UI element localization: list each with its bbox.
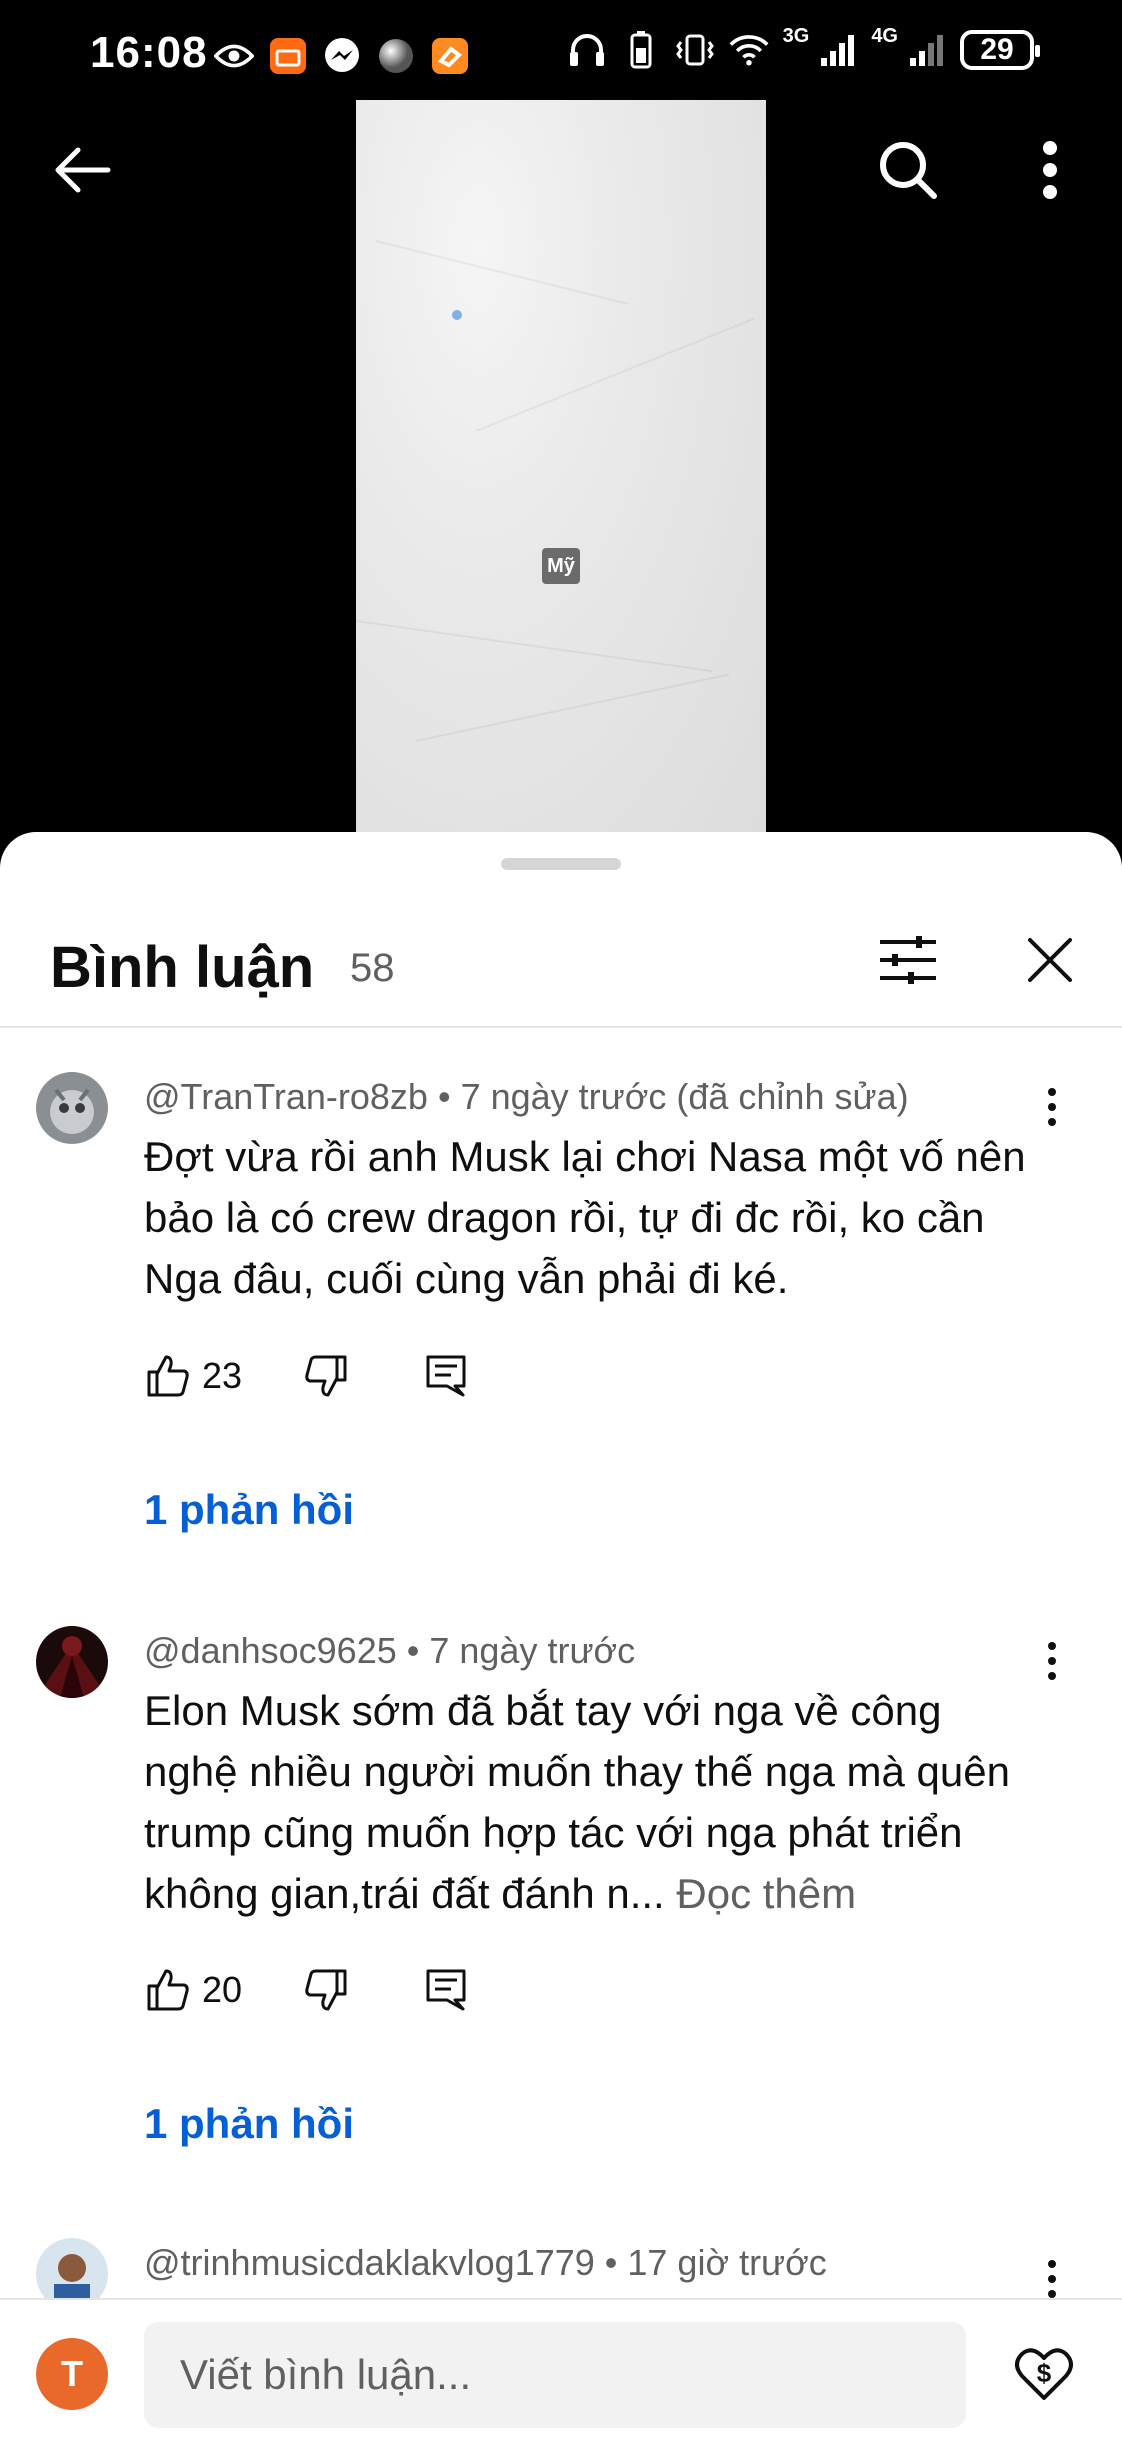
thumbs-down-icon xyxy=(305,1969,347,2011)
battery-indicator: 29 xyxy=(960,30,1040,70)
system-icons: 3G 4G 29 xyxy=(567,25,1040,70)
like-count: 23 xyxy=(202,1355,243,1396)
heart-dollar-icon: $ xyxy=(1015,2348,1073,2400)
comment-author[interactable]: @TranTran-ro8zb xyxy=(144,1076,428,1117)
read-more-link[interactable]: Đọc thêm xyxy=(676,1870,856,1917)
map-dot xyxy=(452,310,462,320)
comment-meta: @danhsoc9625 • 7 ngày trước xyxy=(144,1630,636,1671)
back-button[interactable] xyxy=(42,130,122,210)
comment-actions: 23 xyxy=(140,1346,474,1406)
signal-icon xyxy=(906,30,946,70)
video-player[interactable]: Mỹ xyxy=(0,100,1122,840)
vibrate-icon xyxy=(675,30,715,70)
more-vertical-icon xyxy=(1048,1088,1056,1126)
more-vertical-icon xyxy=(1048,2260,1056,2298)
comment-meta: @TranTran-ro8zb • 7 ngày trước (đã chỉnh… xyxy=(144,1076,909,1117)
reply-button[interactable] xyxy=(418,1348,474,1404)
messenger-icon xyxy=(322,36,362,76)
comment-actions: 20 xyxy=(140,1960,474,2020)
comment-time: 17 giờ trước xyxy=(627,2242,827,2283)
comments-sheet: Bình luận 58 @TranTran-ro8zb • 7 ngày tr… xyxy=(0,832,1122,2442)
video-label: Mỹ xyxy=(542,548,580,584)
close-button[interactable] xyxy=(1012,922,1088,998)
drag-handle[interactable] xyxy=(501,858,621,870)
avatar[interactable] xyxy=(36,1072,108,1144)
dislike-button[interactable] xyxy=(298,1348,354,1404)
reply-button[interactable] xyxy=(418,1962,474,2018)
svg-text:$: $ xyxy=(1037,2358,1052,2388)
search-button[interactable] xyxy=(868,130,948,210)
search-icon xyxy=(880,142,937,199)
thumbs-down-icon xyxy=(305,1355,347,1397)
status-time: 16:08 xyxy=(90,28,208,77)
more-vertical-icon xyxy=(1048,1642,1056,1680)
filter-button[interactable] xyxy=(870,922,946,998)
comment-text-body: Elon Musk sớm đã bắt tay với nga về công… xyxy=(144,1687,1010,1917)
sphere-app-icon xyxy=(376,36,416,76)
store-app-icon xyxy=(268,36,308,76)
signal-icon xyxy=(817,30,857,70)
comment-meta: @trinhmusicdaklakvlog1779 • 17 giờ trước xyxy=(144,2242,827,2283)
more-options-button[interactable] xyxy=(1010,130,1090,210)
battery-saver-icon xyxy=(621,30,661,70)
super-thanks-button[interactable]: $ xyxy=(1006,2336,1082,2412)
paper-texture xyxy=(475,317,755,432)
comment-time: 7 ngày trước xyxy=(429,1630,636,1671)
comment-composer: T $ xyxy=(0,2298,1122,2442)
paper-texture xyxy=(375,240,629,305)
like-button[interactable] xyxy=(140,1348,196,1404)
comment-reply-icon xyxy=(426,1355,466,1397)
eye-icon xyxy=(214,36,254,76)
comment-author[interactable]: @trinhmusicdaklakvlog1779 xyxy=(144,2242,595,2283)
close-icon xyxy=(1028,938,1072,982)
network-type-4g: 4G xyxy=(871,24,898,47)
comment-input[interactable] xyxy=(144,2322,966,2428)
more-vertical-icon xyxy=(1043,141,1057,199)
comment-reply-icon xyxy=(426,1969,466,2011)
thumbs-up-icon xyxy=(147,1355,189,1397)
notification-icons xyxy=(214,36,470,76)
video-frame[interactable]: Mỹ xyxy=(356,100,766,840)
like-button[interactable] xyxy=(140,1962,196,2018)
paper-texture xyxy=(356,620,713,673)
sliders-icon xyxy=(880,936,936,984)
avatar[interactable] xyxy=(36,1626,108,1698)
dislike-button[interactable] xyxy=(298,1962,354,2018)
paper-texture xyxy=(415,673,730,742)
view-replies-link[interactable]: 1 phản hồi xyxy=(144,2100,354,2148)
user-avatar[interactable]: T xyxy=(36,2338,108,2410)
comment-time: 7 ngày trước (đã chỉnh sửa) xyxy=(460,1076,909,1117)
network-type-3g: 3G xyxy=(782,24,810,47)
view-replies-link[interactable]: 1 phản hồi xyxy=(144,1486,354,1534)
comment-author[interactable]: @danhsoc9625 xyxy=(144,1630,397,1671)
arrow-left-icon xyxy=(55,147,111,193)
comment-text: Elon Musk sớm đã bắt tay với nga về công… xyxy=(144,1680,1044,1924)
status-bar: 16:08 3G 4G 29 xyxy=(0,0,1122,100)
like-count: 20 xyxy=(202,1969,243,2010)
thumbs-up-icon xyxy=(147,1969,189,2011)
comments-header: Bình luận 58 xyxy=(0,892,1122,1028)
headphones-icon xyxy=(567,30,607,70)
orange-app-icon xyxy=(430,36,470,76)
wifi-icon xyxy=(729,30,769,70)
comments-count: 58 xyxy=(350,946,395,990)
comments-title: Bình luận xyxy=(50,935,315,1000)
comment-text: Đợt vừa rồi anh Musk lại chơi Nasa một v… xyxy=(144,1133,1026,1302)
